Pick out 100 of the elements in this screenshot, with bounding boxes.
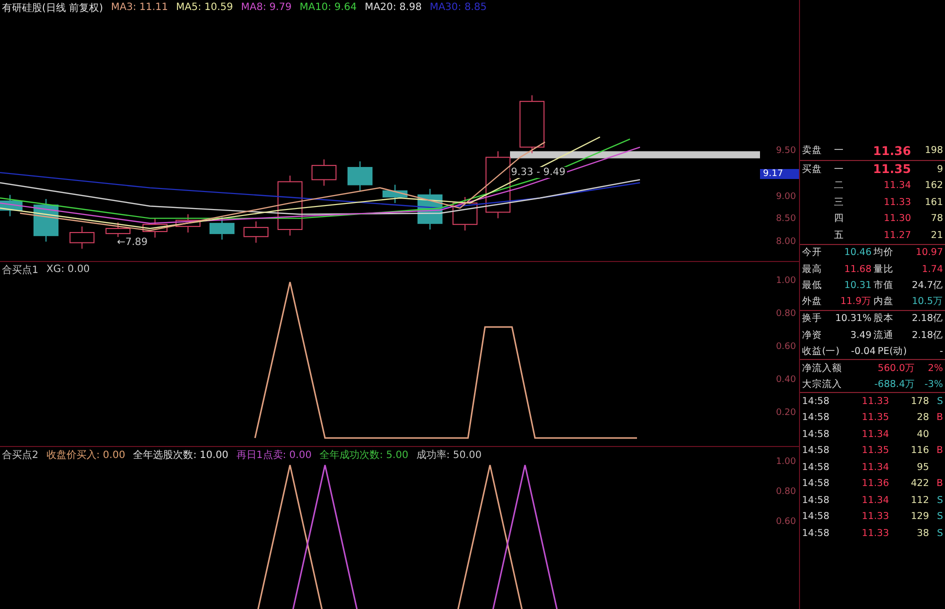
candle xyxy=(520,95,544,154)
order-volume: 198 xyxy=(924,145,943,156)
trade-price: 11.34 xyxy=(860,428,889,440)
chart-title: 有研硅股(日线 前复权) xyxy=(2,2,103,14)
trade-time: 14:58 xyxy=(802,478,830,490)
trade-side: S xyxy=(936,396,943,407)
trade-time: 14:58 xyxy=(802,396,830,407)
stat-value: 10.97 xyxy=(914,247,943,258)
trade-side: S xyxy=(936,528,943,539)
axis-tick: 0.60 xyxy=(776,517,797,527)
stat-label: 股本 xyxy=(874,312,894,326)
order-price: 11.34 xyxy=(882,180,911,192)
order-side-label: 卖盘 xyxy=(802,144,823,157)
trade-time: 14:58 xyxy=(802,528,830,539)
trade-price: 11.33 xyxy=(860,396,889,407)
candle xyxy=(0,194,22,216)
axis-tick: 8.00 xyxy=(776,237,797,247)
flow-label: 净流入额 xyxy=(802,362,842,375)
trade-volume: 40 xyxy=(916,428,929,440)
trade-time: 14:58 xyxy=(802,462,830,473)
moving-average-label: MA10: 9.64 xyxy=(300,2,357,13)
moving-average-label: MA3: 11.11 xyxy=(110,2,168,13)
stat-value: 10.31 xyxy=(843,280,872,292)
stat-label: 均价 xyxy=(874,246,894,260)
order-level-label: 二 xyxy=(834,179,845,192)
trade-side: S xyxy=(936,494,943,506)
trade-time: 14:58 xyxy=(802,494,830,506)
indicator-value: 收盘价买入: 0.00 xyxy=(46,448,126,462)
stat-label: 流通 xyxy=(874,328,894,342)
indicator-title: 合买点1 xyxy=(2,264,38,276)
order-price: 11.33 xyxy=(882,196,911,208)
indicator-title: 合买点2 xyxy=(2,448,38,462)
candle xyxy=(452,196,478,230)
order-volume: 162 xyxy=(924,180,943,192)
trade-volume: 38 xyxy=(916,528,929,539)
stat-value: 3.49 xyxy=(849,330,872,341)
axis-tick: 0.80 xyxy=(776,309,797,319)
stat-value: 24.7亿 xyxy=(910,279,943,292)
flow-value: 560.0万 xyxy=(876,362,915,375)
trade-price: 11.35 xyxy=(860,412,889,424)
order-level-label: 一 xyxy=(834,162,845,176)
axis-tick: 1.00 xyxy=(776,457,797,467)
trade-volume: 129 xyxy=(910,511,929,522)
trade-volume: 28 xyxy=(916,412,929,424)
flow-percent: -3% xyxy=(924,378,943,390)
axis-tick: 1.00 xyxy=(776,276,797,286)
stat-label: 最高 xyxy=(802,262,822,276)
axis-tick: 9.50 xyxy=(776,146,797,156)
order-side-label: 买盘 xyxy=(802,162,823,176)
trade-side: B xyxy=(935,478,943,490)
trade-time: 14:58 xyxy=(802,445,830,456)
order-price: 11.27 xyxy=(882,230,911,241)
candle xyxy=(312,159,336,186)
trade-side: S xyxy=(936,511,943,522)
trade-price: 11.34 xyxy=(860,494,889,506)
trade-volume: 422 xyxy=(910,478,929,490)
candle xyxy=(382,184,408,204)
trade-price: 11.35 xyxy=(860,445,889,456)
order-volume: 9 xyxy=(936,164,943,175)
low-price-label: ←7.89 xyxy=(116,237,149,248)
order-price: 11.36 xyxy=(872,144,911,158)
stat-label: 内盘 xyxy=(874,295,894,308)
candle xyxy=(244,221,268,243)
order-volume: 78 xyxy=(930,213,943,224)
candle xyxy=(210,217,234,240)
trade-volume: 116 xyxy=(910,445,929,456)
current-price-label: 9.17 xyxy=(760,168,799,179)
order-price: 11.35 xyxy=(872,162,911,176)
stat-label: 量比 xyxy=(874,262,894,276)
candle xyxy=(348,161,372,191)
moving-average-label: MA30: 8.85 xyxy=(430,2,487,13)
moving-average-label: MA20: 8.98 xyxy=(364,2,422,13)
indicator-value: 全年选股次数: 10.00 xyxy=(133,448,228,462)
candle xyxy=(418,188,442,230)
order-level-label: 四 xyxy=(834,212,845,226)
stat-value: - xyxy=(938,346,943,357)
stat-label: 市值 xyxy=(874,279,894,292)
stat-value: 11.9万 xyxy=(839,295,872,308)
candle xyxy=(34,199,58,242)
flow-value: -688.4万 xyxy=(873,378,915,391)
axis-tick: 0.20 xyxy=(776,408,797,418)
trade-volume: 112 xyxy=(910,494,929,506)
axis-tick: 0.80 xyxy=(776,487,797,497)
candle xyxy=(176,214,200,233)
stat-label: PE(动) xyxy=(878,344,907,358)
trade-volume: 95 xyxy=(916,462,929,473)
order-level-label: 五 xyxy=(834,228,845,242)
moving-average-label: MA5: 10.59 xyxy=(176,2,234,13)
trade-volume: 178 xyxy=(910,396,929,407)
stat-value: -0.04 xyxy=(850,346,876,357)
order-volume: 161 xyxy=(924,196,943,208)
trade-time: 14:58 xyxy=(802,511,830,522)
stat-label: 外盘 xyxy=(802,295,822,308)
trade-side: B xyxy=(935,445,943,456)
order-level-label: 一 xyxy=(834,144,845,157)
axis-tick: 0.40 xyxy=(776,375,797,385)
stat-label: 收益(一) xyxy=(802,344,840,358)
stat-label: 净资 xyxy=(802,328,822,342)
axis-tick: 8.50 xyxy=(776,214,797,224)
trade-price: 11.33 xyxy=(860,511,889,522)
